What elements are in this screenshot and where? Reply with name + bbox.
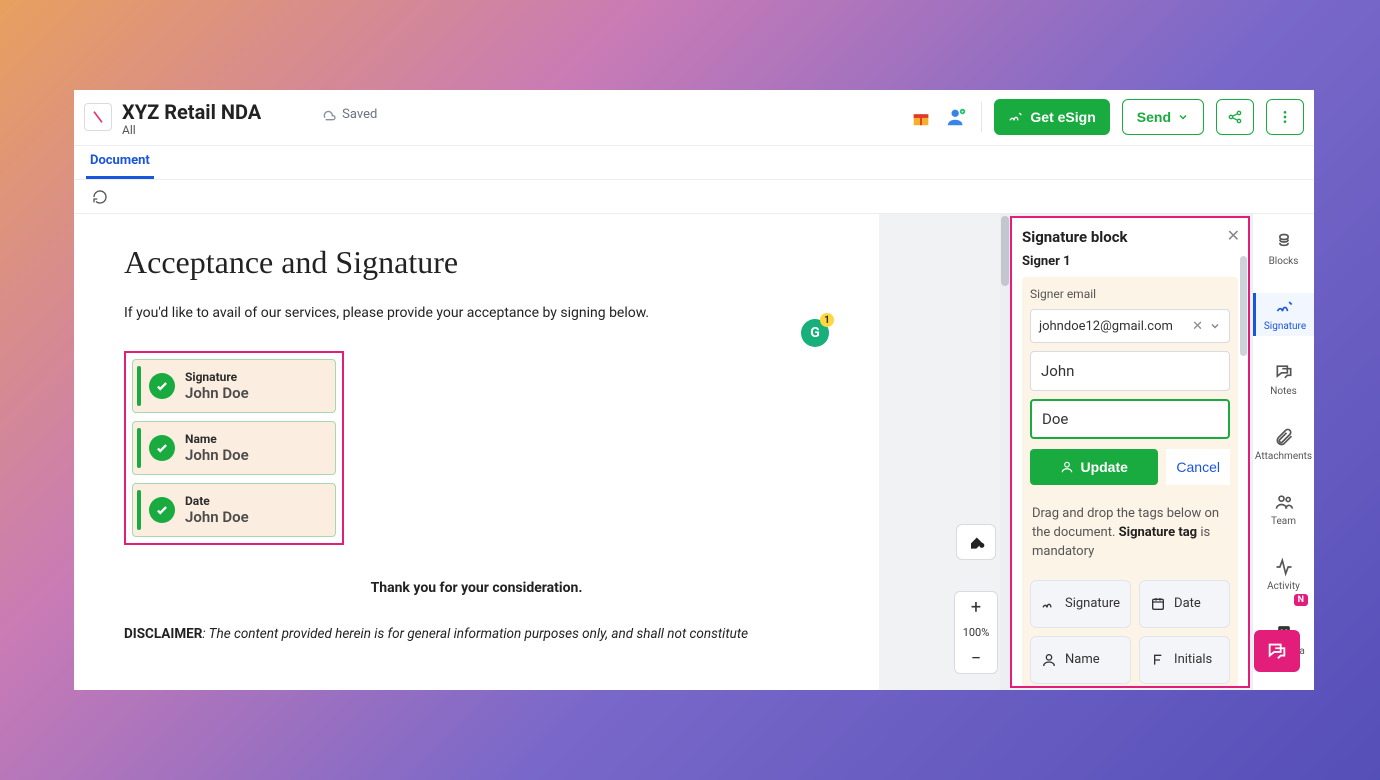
close-icon[interactable]: ✕ [1227, 226, 1240, 245]
tag-name[interactable]: Name [1030, 636, 1131, 684]
document-scrollbar[interactable] [1000, 214, 1010, 690]
update-button[interactable]: Update [1030, 449, 1158, 485]
saved-label: Saved [342, 107, 377, 122]
send-button[interactable]: Send [1122, 99, 1204, 135]
signature-block-date[interactable]: Date John Doe [132, 483, 336, 537]
main-area: Acceptance and Signature If you'd like t… [74, 214, 1314, 690]
app-window: XYZ Retail NDA All Saved + Get eSign Sen… [74, 90, 1314, 690]
right-rail: Blocks Signature Notes Attachments Team … [1252, 214, 1314, 690]
check-icon [149, 497, 175, 523]
tag-date[interactable]: Date [1139, 580, 1230, 628]
add-user-icon[interactable]: + [945, 105, 969, 129]
rail-activity[interactable]: Activity [1253, 553, 1314, 596]
signature-blocks-highlight: Signature John Doe Name John Doe [124, 351, 344, 545]
topbar: XYZ Retail NDA All Saved + Get eSign Sen… [74, 90, 1314, 146]
rail-signature[interactable]: Signature [1253, 293, 1314, 336]
document-subtitle: All [122, 123, 261, 137]
svg-text:+: + [962, 110, 965, 115]
document-icon [84, 103, 112, 131]
signer-label: Signer 1 [1022, 254, 1238, 269]
doc-intro: If you'd like to avail of our services, … [124, 305, 829, 321]
sig-value: John Doe [185, 384, 249, 402]
first-name-input[interactable]: John [1030, 351, 1230, 391]
panel-scrollbar[interactable] [1240, 254, 1248, 686]
fill-color-button[interactable] [956, 524, 996, 560]
clear-icon[interactable]: ✕ [1192, 319, 1203, 334]
zoom-controls: + 100% − [954, 591, 998, 674]
cancel-button[interactable]: Cancel [1166, 449, 1230, 485]
tag-signature[interactable]: Signature [1030, 580, 1131, 628]
last-name-input[interactable]: Doe [1030, 399, 1230, 439]
gift-icon[interactable] [909, 105, 933, 129]
rail-blocks[interactable]: Blocks [1253, 228, 1314, 271]
panel-scroll-thumb[interactable] [1240, 256, 1247, 356]
zoom-out-button[interactable]: − [955, 643, 997, 673]
sig-value: John Doe [185, 508, 249, 526]
header-actions: + Get eSign Send [909, 99, 1304, 135]
toolbar [74, 180, 1314, 214]
document-title: XYZ Retail NDA [122, 100, 261, 124]
sig-label: Name [185, 432, 249, 446]
tag-initials[interactable]: Initials [1139, 636, 1230, 684]
signature-block-name[interactable]: Name John Doe [132, 421, 336, 475]
rail-notes[interactable]: Notes [1253, 358, 1314, 401]
doc-disclaimer: DISCLAIMER: The content provided herein … [124, 626, 829, 642]
signer-email-select[interactable]: johndoe12@gmail.com ✕ [1030, 309, 1230, 343]
tab-document[interactable]: Document [86, 147, 154, 179]
zoom-percent: 100% [963, 622, 990, 643]
rail-attachments[interactable]: Attachments [1253, 423, 1314, 466]
signature-panel: ✕ Signature block Signer 1 Signer email … [1010, 216, 1250, 688]
get-esign-label: Get eSign [1030, 109, 1095, 125]
email-label: Signer email [1030, 287, 1230, 301]
get-esign-button[interactable]: Get eSign [994, 99, 1109, 135]
zoom-in-button[interactable]: + [955, 592, 997, 622]
disclaimer-text: : The content provided herein is for gen… [202, 626, 748, 642]
panel-help-text: Drag and drop the tags below on the docu… [1032, 505, 1228, 562]
sig-value: John Doe [185, 446, 249, 464]
title-wrap: XYZ Retail NDA All [122, 100, 261, 137]
tag-grid: Signature Date Name Initials [1030, 580, 1230, 684]
refresh-icon[interactable] [88, 185, 112, 209]
sig-label: Date [185, 494, 249, 508]
tabs-row: Document [74, 146, 1314, 180]
first-name-value: John [1041, 362, 1074, 380]
check-icon [149, 435, 175, 461]
chat-button[interactable] [1254, 630, 1300, 672]
scrollbar-thumb[interactable] [1001, 216, 1009, 286]
signature-block-signature[interactable]: Signature John Doe [132, 359, 336, 413]
update-label: Update [1080, 459, 1127, 475]
saved-indicator: Saved [321, 107, 377, 123]
share-button[interactable] [1216, 99, 1254, 135]
more-button[interactable] [1266, 99, 1304, 135]
panel-title: Signature block [1022, 228, 1238, 246]
divider [981, 102, 982, 132]
sig-label: Signature [185, 370, 249, 384]
check-icon [149, 373, 175, 399]
document-page: Acceptance and Signature If you'd like t… [74, 214, 879, 690]
send-label: Send [1137, 109, 1171, 125]
chevron-down-icon[interactable] [1209, 320, 1221, 332]
new-badge: N [1294, 594, 1308, 606]
signer-email-value: johndoe12@gmail.com [1039, 319, 1173, 334]
rail-team[interactable]: Team [1253, 488, 1314, 531]
doc-thanks: Thank you for your consideration. [124, 580, 829, 596]
document-canvas: Acceptance and Signature If you'd like t… [74, 214, 1010, 690]
doc-heading: Acceptance and Signature [124, 244, 829, 281]
grammarly-icon[interactable]: G [801, 319, 829, 347]
disclaimer-label: DISCLAIMER [124, 626, 202, 642]
signer-form: Signer email johndoe12@gmail.com ✕ John … [1022, 277, 1238, 688]
last-name-value: Doe [1042, 410, 1068, 428]
